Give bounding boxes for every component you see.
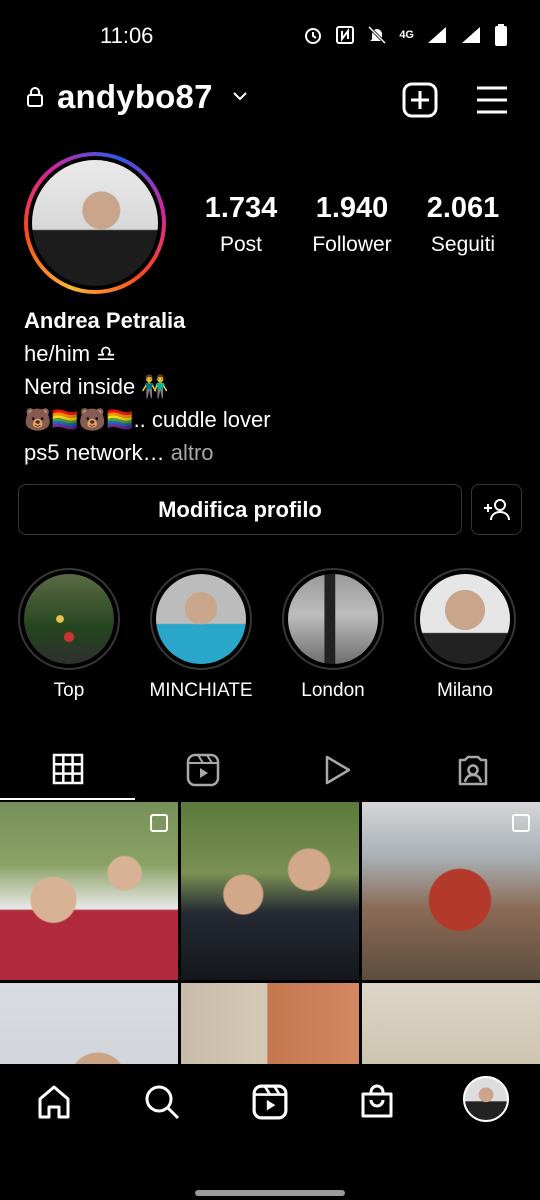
tab-videos[interactable] [270, 740, 405, 800]
nav-search[interactable] [140, 1080, 184, 1124]
stat-followers-value: 1.940 [315, 192, 389, 224]
signal-icon [428, 27, 446, 43]
post-thumbnail[interactable] [362, 802, 540, 980]
bio-line-1: he/him ♎ [24, 341, 116, 366]
home-indicator[interactable] [195, 1190, 345, 1196]
highlight-image [420, 574, 510, 664]
highlight-cover [414, 568, 516, 670]
bio-line-4: ps5 network… altro [24, 438, 524, 471]
post-thumbnail[interactable] [0, 802, 178, 980]
video-icon [325, 755, 350, 785]
alarm-icon [305, 28, 322, 44]
post-thumbnail[interactable] [181, 983, 359, 1064]
status-icons: 4G [303, 24, 508, 46]
profile-bio: Andrea Petralia he/him ♎ Nerd inside 👬 🐻… [24, 306, 524, 471]
nav-profile-avatar[interactable] [463, 1076, 509, 1122]
tab-reels[interactable] [135, 740, 270, 800]
carousel-icon [150, 814, 168, 832]
grid-icon [52, 753, 83, 785]
highlight-label: Milano [437, 680, 493, 701]
tagged-icon [458, 755, 487, 786]
post-thumbnail[interactable] [0, 983, 178, 1064]
highlight-minchiate[interactable]: MINCHIATE [146, 568, 256, 702]
nav-home[interactable] [32, 1080, 76, 1124]
stat-followers-label: Follower [312, 233, 392, 256]
username[interactable]: andybo87 [57, 78, 213, 116]
highlight-image [288, 574, 378, 664]
stat-posts-value: 1.734 [204, 192, 278, 224]
home-icon [38, 1085, 70, 1119]
bottom-nav [0, 1064, 540, 1140]
menu-icon[interactable] [474, 82, 510, 118]
edit-profile-button[interactable]: Modifica profilo [18, 484, 462, 535]
profile-avatar [32, 160, 158, 286]
stat-following-label: Seguiti [430, 233, 496, 256]
new-post-icon[interactable] [402, 82, 438, 118]
profile-avatar-ring[interactable] [24, 152, 166, 294]
status-bar: 11:06 4G [0, 0, 540, 70]
highlight-cover [18, 568, 120, 670]
tab-posts-grid[interactable] [0, 740, 135, 800]
network-label: 4G [399, 29, 414, 41]
stat-following-value: 2.061 [426, 192, 500, 224]
profile-tabs [0, 740, 540, 800]
nav-reels[interactable] [248, 1080, 292, 1124]
highlight-label: London [301, 680, 365, 701]
bio-line-2: Nerd inside 👬 [24, 374, 169, 399]
post-thumbnail[interactable] [181, 802, 359, 980]
tab-tagged[interactable] [405, 740, 540, 800]
search-icon [145, 1085, 180, 1120]
avatar-border [28, 156, 162, 290]
highlight-top[interactable]: Top [14, 568, 124, 702]
highlight-milano[interactable]: Milano [410, 568, 520, 702]
profile-header: andybo87 [0, 78, 540, 122]
shop-icon [361, 1084, 393, 1118]
bio-line-4-text: ps5 network… [24, 440, 165, 465]
stat-posts-label: Post [219, 233, 263, 256]
signal2-icon [462, 27, 480, 43]
stat-followers[interactable]: 1.940 Follower [297, 192, 407, 257]
profile-name: Andrea Petralia [24, 308, 186, 333]
add-user-icon [483, 498, 510, 520]
stat-following[interactable]: 2.061 Seguiti [408, 192, 518, 257]
posts-grid [0, 802, 540, 1064]
highlight-image [156, 574, 246, 664]
bio-line-3: 🐻🏳️‍🌈🐻🏳️‍🌈.. cuddle lover [24, 407, 271, 432]
bio-more-link[interactable]: altro [165, 440, 214, 465]
discover-people-button[interactable] [471, 484, 522, 535]
highlight-image [24, 574, 114, 664]
battery-icon [495, 24, 507, 46]
carousel-icon [512, 814, 530, 832]
highlight-cover [282, 568, 384, 670]
chevron-down-icon[interactable] [232, 90, 248, 102]
status-time: 11:06 [100, 23, 154, 48]
reels-icon [186, 753, 219, 787]
post-thumbnail[interactable] [362, 983, 540, 1064]
reels-icon [252, 1084, 288, 1120]
stat-posts[interactable]: 1.734 Post [186, 192, 296, 257]
nfc-icon [336, 26, 355, 44]
highlight-cover [150, 568, 252, 670]
lock-icon [27, 87, 43, 107]
highlight-london[interactable]: London [278, 568, 388, 702]
highlight-label: MINCHIATE [149, 680, 253, 701]
nav-shop[interactable] [355, 1080, 399, 1124]
mute-icon [368, 25, 387, 45]
highlight-label: Top [53, 680, 85, 701]
